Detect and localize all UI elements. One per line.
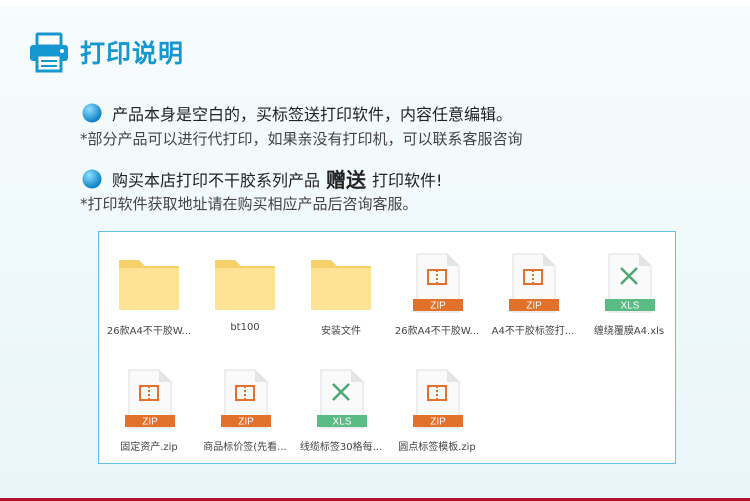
info-text-1: 产品本身是空白的，买标签送打印软件，内容任意编辑。 [112, 105, 513, 124]
info-line-1: 产品本身是空白的，买标签送打印软件，内容任意编辑。 [82, 101, 512, 125]
printer-icon [30, 32, 68, 73]
file-item[interactable]: ZIP 26款A4不干胶W... [389, 240, 485, 340]
folder-icon [311, 260, 371, 310]
folder-icon [119, 260, 179, 310]
blue-ball-icon [82, 103, 102, 123]
file-item[interactable]: XLS 线缆标签30格每... [293, 356, 389, 456]
zip-badge: ZIP [430, 417, 446, 428]
info-text-2-emphasis: 赠送 [326, 168, 367, 192]
top-divider [0, 0, 750, 6]
info-line-2: 购买本店打印不干胶系列产品 赠送 打印软件! [82, 164, 442, 193]
xls-badge: XLS [333, 417, 352, 428]
zip-badge: ZIP [238, 417, 254, 428]
zip-file-icon: ZIP [413, 253, 463, 313]
zip-file-icon: ZIP [221, 369, 271, 429]
file-label: 26款A4不干胶W... [106, 326, 192, 337]
file-label: bt100 [230, 322, 260, 333]
zip-file-icon: ZIP [509, 253, 559, 313]
blue-ball-icon [82, 169, 102, 188]
file-label: 缠绕覆膜A4.xls [593, 326, 665, 337]
file-item[interactable]: ZIP 固定资产.zip [101, 356, 197, 456]
excel-file-icon: XLS [605, 253, 655, 313]
xls-badge: XLS [621, 301, 640, 312]
file-item[interactable]: ZIP 商品标价签(先看... [197, 356, 293, 456]
info-text-2b: 打印软件! [372, 170, 443, 190]
folder-icon [215, 260, 275, 310]
file-item[interactable]: 安装文件 [293, 240, 389, 340]
file-label: 圆点标签模板.zip [398, 442, 476, 453]
file-label: A4不干胶标签打... [491, 326, 575, 337]
info-text-2a: 购买本店打印不干胶系列产品 [112, 170, 321, 190]
zip-badge: ZIP [142, 417, 158, 428]
file-browser-panel: 26款A4不干胶W... bt100 安装文件 ZIP 26款A4不干胶W... [98, 231, 676, 464]
file-item[interactable]: bt100 [197, 240, 293, 340]
file-label: 商品标价签(先看... [203, 442, 287, 453]
file-item[interactable]: 26款A4不干胶W... [101, 240, 197, 340]
page-header: 打印说明 [28, 30, 184, 74]
zip-badge: ZIP [430, 301, 446, 312]
info-note-2: *打印软件获取地址请在购买相应产品后咨询客服。 [80, 195, 418, 213]
file-label: 线缆标签30格每... [299, 442, 383, 453]
zip-badge: ZIP [526, 301, 542, 312]
file-item[interactable]: XLS 缠绕覆膜A4.xls [581, 240, 677, 340]
file-label: 固定资产.zip [120, 442, 178, 453]
file-item[interactable]: ZIP A4不干胶标签打... [485, 240, 581, 340]
file-label: 26款A4不干胶W... [394, 326, 480, 337]
info-note-1: *部分产品可以进行代打印，如果亲没有打印机，可以联系客服咨询 [80, 130, 523, 148]
file-item[interactable]: ZIP 圆点标签模板.zip [389, 356, 485, 456]
file-label: 安装文件 [321, 326, 361, 337]
excel-file-icon: XLS [317, 369, 367, 429]
zip-file-icon: ZIP [413, 369, 463, 429]
zip-file-icon: ZIP [125, 369, 175, 429]
page-title: 打印说明 [80, 39, 185, 68]
